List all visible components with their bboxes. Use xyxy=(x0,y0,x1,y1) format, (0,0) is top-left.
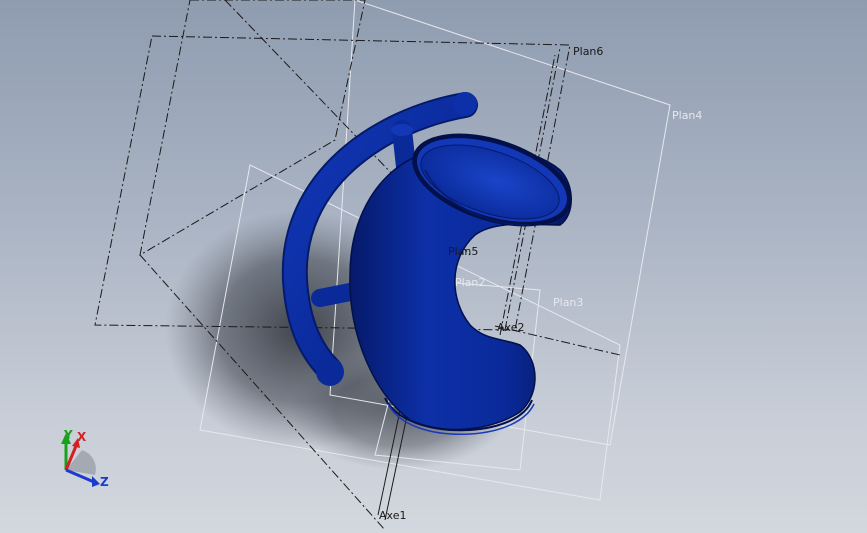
scene-canvas[interactable]: Plan6 Plan4 Plan5 Plan3 Plan2 Axe2 Axe1 … xyxy=(0,0,867,533)
plane-label-plan6: Plan6 xyxy=(573,45,603,58)
plane-label-plan5: Plan5 xyxy=(448,245,478,258)
axis-label-axe2: Axe2 xyxy=(497,321,524,334)
axis-label-axe1: Axe1 xyxy=(379,509,406,522)
plane-label-plan4: Plan4 xyxy=(672,109,702,122)
triad-label-y: Y xyxy=(63,428,73,442)
plane-label-plan2: Plan2 xyxy=(455,276,485,289)
orientation-triad[interactable]: Y X Z xyxy=(61,428,109,489)
plane-label-plan3: Plan3 xyxy=(553,296,583,309)
3d-model-viewport[interactable]: Plan6 Plan4 Plan5 Plan3 Plan2 Axe2 Axe1 … xyxy=(0,0,867,533)
triad-label-x: X xyxy=(77,430,87,444)
triad-label-z: Z xyxy=(100,475,109,489)
